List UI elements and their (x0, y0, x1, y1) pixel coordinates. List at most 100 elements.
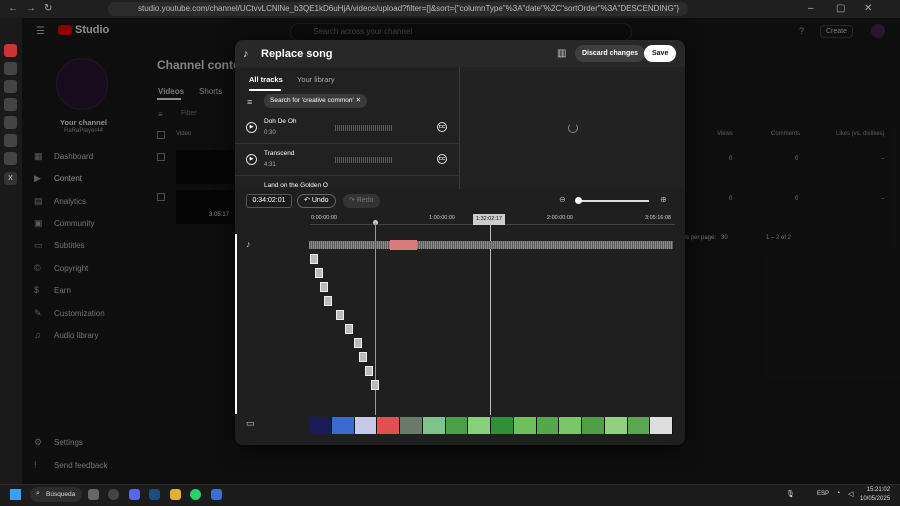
tab-icon[interactable] (4, 134, 17, 147)
frame (627, 417, 651, 434)
frame (331, 417, 355, 434)
zoom-in-icon[interactable]: ⊕ (660, 195, 667, 204)
waveform (335, 157, 393, 163)
frame (536, 417, 560, 434)
dialog-title: Replace song (261, 48, 333, 60)
minimize-icon[interactable]: – (808, 0, 814, 18)
audio-clip[interactable] (354, 338, 362, 348)
tab-all-tracks[interactable]: All tracks (249, 75, 283, 84)
frame (400, 417, 423, 434)
audio-clip[interactable] (320, 282, 328, 292)
ruler-label: 2:00:00:00 (547, 215, 573, 221)
ruler-label: 0:00:00:00 (311, 215, 337, 221)
track-name: Land on the Golden O (264, 182, 328, 189)
track-name: Doh De Oh (264, 118, 297, 125)
discord-icon[interactable] (129, 489, 140, 500)
save-label: Save (652, 50, 669, 57)
back-icon[interactable]: ← (8, 0, 18, 18)
track-duration: 0:30 (264, 130, 276, 136)
forward-icon[interactable]: → (26, 0, 36, 18)
audio-clip[interactable] (345, 324, 353, 334)
frame (445, 417, 469, 434)
frame (650, 417, 673, 434)
waveform (335, 125, 393, 131)
system-clock[interactable]: 15:21:02 10/05/2025 (860, 486, 890, 504)
track-accent (235, 234, 237, 414)
taskbar-search-label: Búsqueda (46, 491, 76, 498)
creative-commons-icon: CC (437, 122, 447, 132)
youtube-tab-icon[interactable] (4, 44, 17, 57)
discard-label: Discard changes (582, 50, 639, 57)
frame (582, 417, 605, 434)
file-explorer-icon[interactable] (170, 489, 181, 500)
language-indicator[interactable]: ESP (817, 491, 829, 497)
close-icon[interactable]: ✕ (864, 0, 872, 18)
track-row[interactable]: ▶ Transcend 4:31 CC (235, 145, 460, 176)
whatsapp-icon[interactable] (190, 489, 201, 500)
tab-icon[interactable] (4, 152, 17, 165)
tab-your-library[interactable]: Your library (297, 75, 335, 84)
audio-clip[interactable] (359, 352, 367, 362)
tab-icon[interactable] (4, 98, 17, 111)
app-icon[interactable] (211, 489, 222, 500)
filter-icon[interactable]: ≡ (247, 97, 252, 107)
tab-icon[interactable] (4, 116, 17, 129)
frame (468, 417, 491, 434)
playhead[interactable] (490, 225, 491, 415)
audio-clip[interactable] (324, 296, 332, 306)
save-button[interactable]: Save (644, 45, 677, 62)
task-view-icon[interactable] (88, 489, 99, 500)
audio-clip[interactable] (365, 366, 373, 376)
video-track-icon: ▭ (246, 418, 255, 428)
audio-clip[interactable] (310, 254, 318, 264)
frame (559, 417, 582, 434)
tab-icon[interactable] (4, 62, 17, 75)
frame (513, 417, 537, 434)
windows-start-icon[interactable] (10, 489, 21, 500)
undo-label: Undo (311, 197, 329, 204)
volume-icon[interactable]: ◁ (848, 490, 853, 498)
track-duration: 4:31 (264, 162, 276, 168)
zoom-slider-handle[interactable] (575, 197, 582, 204)
steam-icon[interactable] (149, 489, 160, 500)
timecode-field[interactable]: 0:34:02:01 (246, 194, 292, 208)
close-icon[interactable]: ✕ (356, 97, 361, 104)
wifi-icon[interactable]: ◔ (836, 490, 840, 497)
timeline-editor: 0:34:02:01 ↶ Undo ↷ Redo ⊖ ⊕ 0:00:00:00 … (235, 189, 685, 445)
track-row[interactable]: Land on the Golden O (235, 177, 460, 189)
frame (491, 417, 514, 434)
search-chip-label: Search for 'creative common' (270, 97, 354, 104)
playhead-time[interactable]: 1:32:02:17 (473, 214, 505, 225)
audio-clip[interactable] (315, 268, 323, 278)
tab-icon[interactable] (4, 80, 17, 93)
chrome-icon[interactable] (108, 489, 119, 500)
clock-date: 10/05/2025 (860, 496, 891, 502)
redo-button[interactable]: ↷ Redo (343, 194, 380, 208)
play-icon[interactable]: ▶ (246, 122, 257, 133)
creative-commons-icon: CC (437, 154, 447, 164)
reload-icon[interactable]: ↻ (44, 0, 52, 18)
zoom-slider[interactable] (577, 200, 649, 202)
search-chip[interactable]: Search for 'creative common' ✕ (264, 94, 368, 108)
microphone-icon[interactable]: 🎙 (786, 490, 795, 498)
maximize-icon[interactable]: ▢ (836, 0, 845, 18)
address-bar[interactable]: studio.youtube.com/channel/UCtvvLCNlNe_b… (108, 2, 688, 16)
track-list-pane: All tracks Your library ≡ Search for 'cr… (235, 67, 460, 189)
undo-button[interactable]: ↶ Undo (297, 194, 336, 208)
x-tab-icon[interactable]: X (4, 172, 17, 185)
audio-clip[interactable] (336, 310, 344, 320)
audio-selection[interactable] (390, 240, 417, 250)
search-icon: ⌕ (36, 490, 40, 497)
play-icon[interactable]: ▶ (246, 154, 257, 165)
zoom-out-icon[interactable]: ⊖ (559, 195, 566, 204)
library-icon[interactable]: ▥ (557, 48, 566, 59)
video-filmstrip[interactable] (309, 417, 673, 434)
track-row[interactable]: ▶ Doh De Oh 0:30 CC (235, 113, 460, 144)
track-name: Transcend (264, 150, 295, 157)
frame (309, 417, 332, 434)
audio-waveform[interactable] (309, 241, 673, 249)
audio-clip[interactable] (371, 380, 379, 390)
discard-changes-button[interactable]: Discard changes (575, 45, 646, 62)
redo-icon: ↷ (349, 197, 355, 204)
clock-time: 15:21:02 (866, 487, 891, 493)
